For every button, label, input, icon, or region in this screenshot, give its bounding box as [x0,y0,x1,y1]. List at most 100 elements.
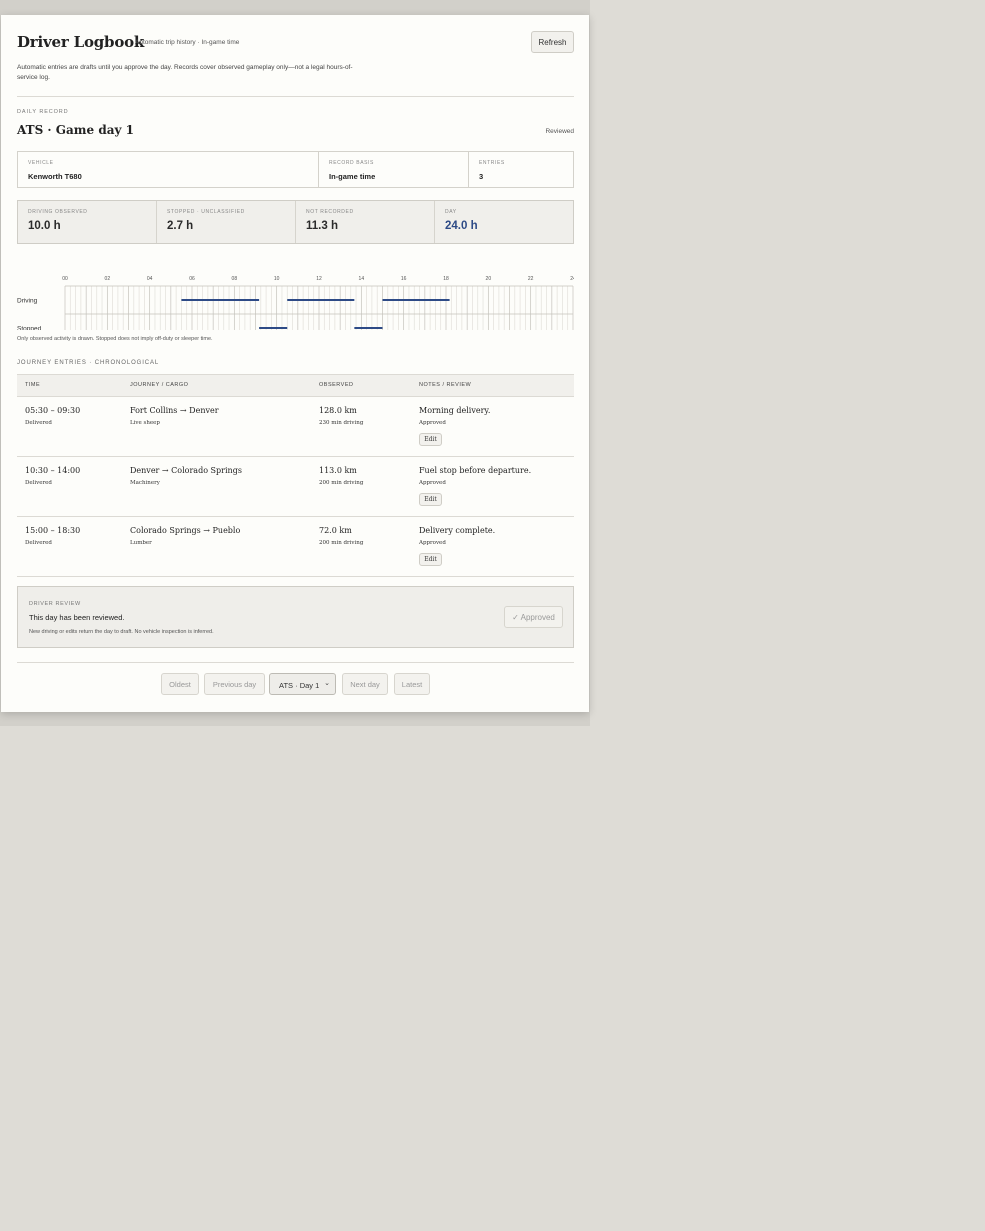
hour-tick-label: 10 [274,276,280,282]
info-label: ENTRIES [479,160,505,166]
next-day-button[interactable]: Next day [342,673,388,695]
hour-tick-label: 00 [62,276,68,282]
hour-tick-label: 08 [232,276,238,282]
entry-status: Delivered [25,540,52,546]
table-row: 10:30 – 14:00 Delivered Denver → Colorad… [17,457,574,517]
info-entries: ENTRIES 3 [469,152,573,187]
hour-tick-label: 16 [401,276,407,282]
intro-text: Automatic entries are drafts until you a… [17,64,353,81]
status-badge: Reviewed [545,128,574,135]
approved-button[interactable]: ✓ Approved [504,606,563,628]
entry-note: Morning delivery. [419,406,491,415]
hour-tick-label: 20 [486,276,492,282]
stat-value: 10.0 h [28,220,61,232]
entry-journey: Colorado Springs → Pueblo [130,526,241,535]
entry-time: 10:30 – 14:00 [25,466,81,475]
entry-cargo: Machinery [130,480,160,486]
entry-note: Delivery complete. [419,526,496,535]
previous-day-button[interactable]: Previous day [204,673,265,695]
entry-driving-time: 200 min driving [319,540,364,546]
driver-review-card: DRIVER REVIEW This day has been reviewed… [17,586,574,648]
entry-cargo: Live sheep [130,420,160,426]
info-value: Kenworth T680 [28,172,82,181]
entry-driving-time: 200 min driving [319,480,364,486]
stat-label: DAY [445,209,457,215]
hour-tick-label: 02 [105,276,111,282]
hour-tick-label: 24 [570,276,574,282]
stat-label: NOT RECORDED [306,209,354,215]
section-label-daily: DAILY RECORD [17,109,69,115]
refresh-button[interactable]: Refresh [531,31,574,53]
edit-button[interactable]: Edit [419,433,442,446]
entry-review-status: Approved [419,420,446,426]
hour-tick-label: 18 [443,276,449,282]
timeline-row-label: Driving [17,298,38,305]
hour-tick-label: 04 [147,276,153,282]
review-label: DRIVER REVIEW [29,601,81,607]
stat-day: DAY 24.0 h [435,201,573,243]
oldest-button[interactable]: Oldest [161,673,199,695]
journey-table: TIME JOURNEY / CARGO OBSERVED NOTES / RE… [17,374,574,577]
stat-value: 11.3 h [306,220,338,232]
entry-time: 15:00 – 18:30 [25,526,81,535]
activity-timeline: 00 02 04 06 08 10 12 14 16 18 20 22 24 Driving Stopped [17,276,574,331]
chevron-down-icon: ⌄ [324,680,330,687]
app-title: Driver Logbook [17,33,145,51]
entry-review-status: Approved [419,540,446,546]
day-title: ATS · Game day 1 [17,123,134,137]
entry-journey: Fort Collins → Denver [130,406,219,415]
hour-tick-label: 06 [189,276,195,282]
info-vehicle: VEHICLE Kenworth T680 [18,152,319,187]
column-header-time: TIME [25,382,41,388]
day-info-card: VEHICLE Kenworth T680 RECORD BASIS In-ga… [17,151,574,188]
entry-time: 05:30 – 09:30 [25,406,81,415]
stat-not-recorded: NOT RECORDED 11.3 h [296,201,435,243]
review-message: This day has been reviewed. [29,613,125,622]
stat-value: 2.7 h [167,220,194,232]
column-header-journey: JOURNEY / CARGO [130,382,189,388]
info-record-basis: RECORD BASIS In-game time [319,152,469,187]
divider [17,662,574,663]
hour-tick-label: 12 [316,276,322,282]
entry-distance: 128.0 km [319,406,357,415]
entry-review-status: Approved [419,480,446,486]
info-value: In-game time [329,172,376,181]
table-row: 15:00 – 18:30 Delivered Colorado Springs… [17,517,574,577]
app-subtitle: Automatic trip history · In-game time [135,39,240,46]
stat-value: 24.0 h [445,220,478,232]
day-select[interactable]: ATS · Day 1 ⌄ [269,673,336,695]
hour-tick-label: 22 [528,276,534,282]
entry-distance: 72.0 km [319,526,352,535]
entry-status: Delivered [25,480,52,486]
app-window: Driver Logbook Automatic trip history · … [0,0,590,726]
review-note: New driving or edits return the day to d… [29,629,214,635]
info-label: VEHICLE [28,160,54,166]
entry-status: Delivered [25,420,52,426]
stat-stopped: STOPPED · UNCLASSIFIED 2.7 h [157,201,296,243]
entry-distance: 113.0 km [319,466,357,475]
edit-button[interactable]: Edit [419,493,442,506]
stat-label: DRIVING OBSERVED [28,209,88,215]
edit-button[interactable]: Edit [419,553,442,566]
column-header-notes: NOTES / REVIEW [419,382,472,388]
section-label-entries: JOURNEY ENTRIES · CHRONOLOGICAL [17,360,160,366]
hour-tick-label: 14 [359,276,365,282]
entry-cargo: Lumber [130,540,152,546]
stats-card: DRIVING OBSERVED 10.0 h STOPPED · UNCLAS… [17,200,574,244]
info-label: RECORD BASIS [329,160,374,166]
logbook-panel: Driver Logbook Automatic trip history · … [1,15,589,712]
entry-note: Fuel stop before departure. [419,466,532,475]
divider [17,96,574,97]
stat-label: STOPPED · UNCLASSIFIED [167,209,245,215]
table-row: 05:30 – 09:30 Delivered Fort Collins → D… [17,397,574,457]
entry-driving-time: 230 min driving [319,420,364,426]
entry-journey: Denver → Colorado Springs [130,466,242,475]
table-header: TIME JOURNEY / CARGO OBSERVED NOTES / RE… [17,374,574,397]
latest-button[interactable]: Latest [394,673,430,695]
column-header-observed: OBSERVED [319,382,354,388]
timeline-row-label: Stopped [17,326,42,331]
stat-driving: DRIVING OBSERVED 10.0 h [18,201,157,243]
info-value: 3 [479,172,484,181]
day-select-value: ATS · Day 1 [279,681,320,690]
timeline-note: Only observed activity is drawn. Stopped… [17,336,213,342]
